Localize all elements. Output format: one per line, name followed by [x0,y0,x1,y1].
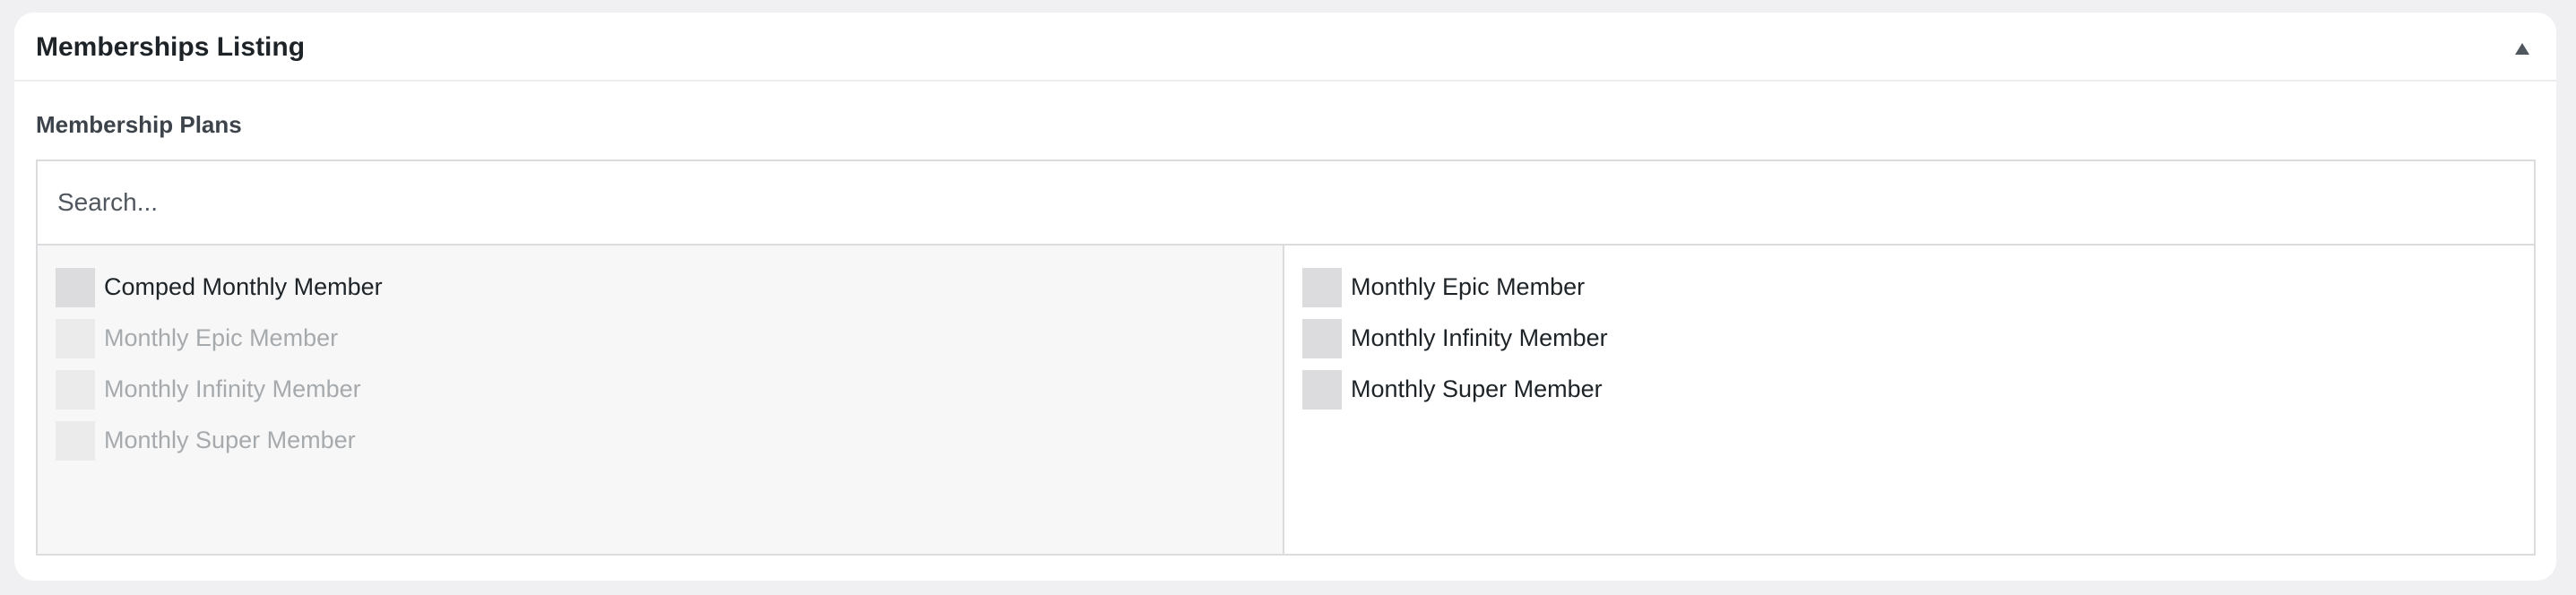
plan-label: Monthly Epic Member [1351,273,1586,300]
plan-label: Monthly Infinity Member [104,375,361,402]
plan-label: Monthly Super Member [104,427,356,453]
plan-checkbox[interactable] [1302,267,1342,307]
selected-plan-item[interactable]: Monthly Epic Member [1284,262,2534,313]
triangle-up-icon [2515,42,2529,55]
selected-plan-item[interactable]: Monthly Infinity Member [1284,313,2534,364]
plan-checkbox[interactable] [1302,369,1342,410]
membership-plans-label: Membership Plans [36,111,242,138]
plan-checkbox [56,369,95,410]
search-box [38,161,2534,246]
selected-plans-list: Monthly Epic Member Monthly Infinity Mem… [1284,246,2534,554]
selector-lists: Comped Monthly Member Monthly Epic Membe… [38,246,2534,554]
available-plan-item: Monthly Epic Member [38,313,1283,364]
plan-label: Monthly Super Member [1351,375,1603,402]
panel-header: Memberships Listing [14,13,2556,82]
search-input[interactable] [38,161,2534,244]
selected-plan-item[interactable]: Monthly Super Member [1284,364,2534,415]
plan-label: Comped Monthly Member [104,273,383,300]
plan-label: Monthly Epic Member [104,324,339,351]
memberships-listing-panel: Memberships Listing Membership Plans Com… [14,13,2556,581]
collapse-toggle-button[interactable] [2506,32,2538,65]
plan-checkbox[interactable] [56,267,95,307]
plan-checkbox [56,318,95,358]
available-plan-item[interactable]: Comped Monthly Member [38,262,1283,313]
panel-title: Memberships Listing [36,32,306,62]
available-plan-item: Monthly Infinity Member [38,364,1283,415]
available-plan-item: Monthly Super Member [38,415,1283,466]
plan-checkbox [56,420,95,461]
membership-plans-selector: Comped Monthly Member Monthly Epic Membe… [36,160,2536,556]
plan-checkbox[interactable] [1302,318,1342,358]
plan-label: Monthly Infinity Member [1351,324,1608,351]
available-plans-list: Comped Monthly Member Monthly Epic Membe… [38,246,1284,554]
